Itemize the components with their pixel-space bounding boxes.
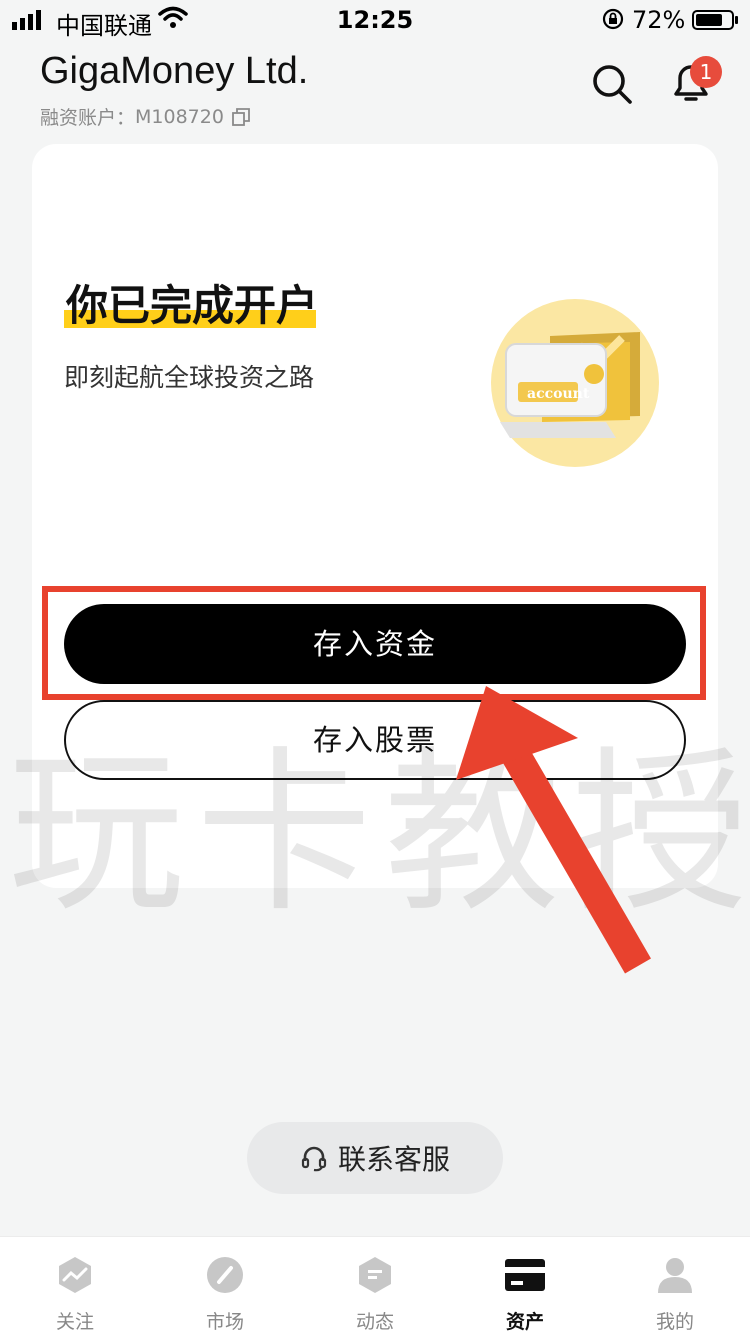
account-info: 融资账户： M108720: [40, 103, 250, 130]
tab-market[interactable]: 市场: [150, 1237, 300, 1334]
card-title: 你已完成开户: [66, 281, 319, 330]
deposit-funds-button[interactable]: 存入资金: [64, 604, 686, 684]
tab-assets[interactable]: 资产: [450, 1237, 600, 1334]
tab-label: 资产: [505, 1311, 544, 1333]
bottom-tab-bar: 关注 市场 动态 资产 我的: [0, 1236, 750, 1334]
headset-icon: [301, 1146, 327, 1172]
card-icon: [505, 1259, 545, 1291]
deposit-stocks-button[interactable]: 存入股票: [64, 700, 686, 780]
profile-icon: [658, 1258, 692, 1293]
tab-label: 关注: [55, 1311, 94, 1333]
feed-icon: [359, 1257, 391, 1293]
tab-label: 我的: [655, 1311, 694, 1333]
tab-label: 市场: [205, 1311, 244, 1333]
account-illustration: account: [491, 299, 659, 467]
card-title-wrap: 你已完成开户: [64, 272, 319, 332]
search-icon[interactable]: [590, 62, 634, 106]
account-id: M108720: [135, 105, 224, 128]
copy-icon[interactable]: [232, 107, 250, 126]
account-label: 融资账户：: [40, 107, 136, 129]
tab-profile[interactable]: 我的: [600, 1237, 750, 1334]
notification-badge: 1: [690, 56, 722, 88]
battery-icon: [692, 10, 738, 30]
battery-percentage: 72%: [632, 6, 686, 34]
compass-icon: [207, 1257, 243, 1293]
chart-icon: [59, 1257, 91, 1293]
tab-label: 动态: [355, 1311, 394, 1333]
contact-support-button[interactable]: 联系客服: [247, 1122, 503, 1194]
tab-feed[interactable]: 动态: [300, 1237, 450, 1334]
rotation-lock-icon: [602, 8, 624, 30]
tab-watchlist[interactable]: 关注: [0, 1237, 150, 1334]
contact-support-label: 联系客服: [337, 1143, 450, 1176]
illustration-text: account: [527, 386, 590, 402]
brand-title: GigaMoney Ltd.: [40, 50, 309, 92]
status-bar: 中国联通 12:25 72%: [0, 0, 750, 40]
card-subtitle: 即刻起航全球投资之路: [64, 363, 315, 392]
